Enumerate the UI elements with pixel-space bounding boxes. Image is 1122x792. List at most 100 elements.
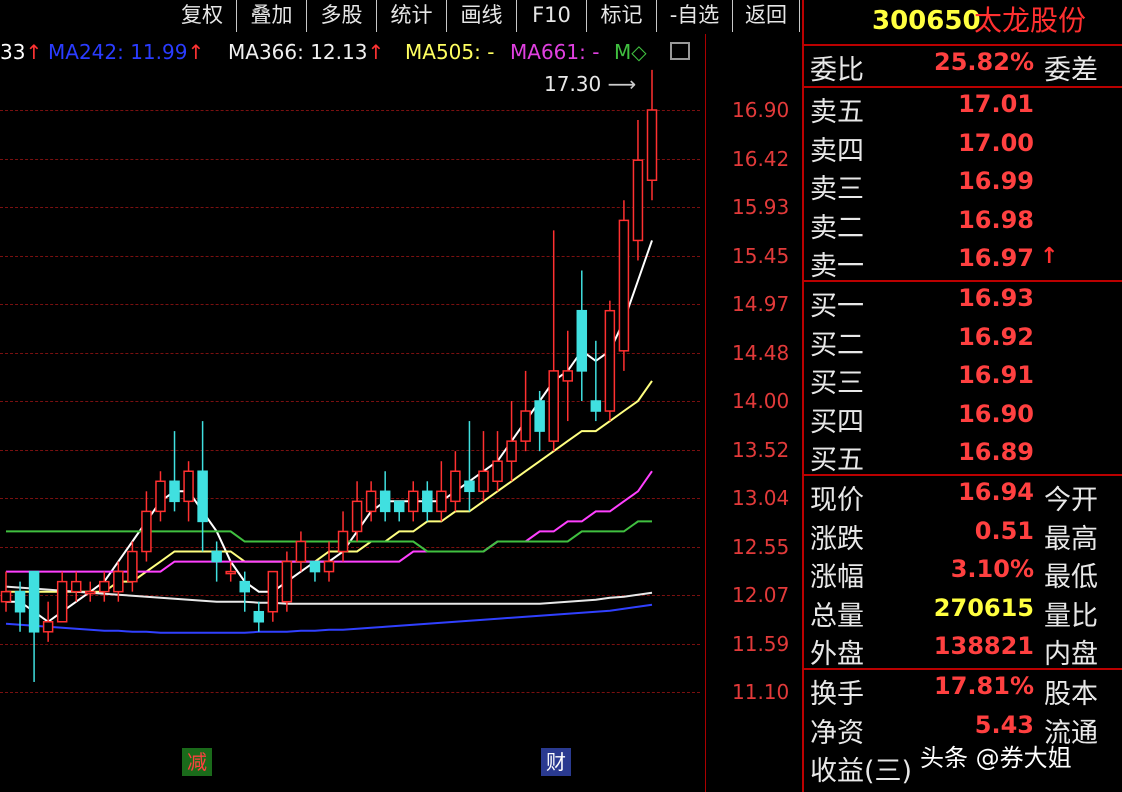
sell-row[interactable]: 卖三 16.99 bbox=[804, 167, 1122, 205]
buy-label: 买一 bbox=[810, 291, 864, 322]
candle[interactable] bbox=[646, 69, 658, 201]
candle[interactable] bbox=[267, 570, 279, 622]
candle[interactable] bbox=[492, 431, 503, 492]
weibi-label: 委比 bbox=[810, 55, 864, 86]
buy-price: 16.89 bbox=[958, 438, 1034, 466]
sell-row[interactable]: 卖二 16.98 bbox=[804, 206, 1122, 244]
candle[interactable] bbox=[379, 471, 391, 522]
candle-body bbox=[351, 500, 363, 533]
candle[interactable] bbox=[590, 340, 602, 422]
candle[interactable] bbox=[450, 451, 461, 512]
y-tick-label: 16.90 bbox=[732, 98, 790, 122]
candle[interactable] bbox=[70, 571, 82, 602]
candle[interactable] bbox=[506, 401, 517, 482]
candle[interactable] bbox=[253, 601, 265, 632]
fuquan-button[interactable]: 复权 bbox=[168, 0, 237, 32]
candle[interactable] bbox=[169, 431, 180, 512]
candle[interactable] bbox=[478, 431, 489, 502]
candle-body bbox=[225, 570, 236, 575]
f10-button[interactable]: F10 bbox=[517, 0, 587, 32]
event-tag-reduce[interactable]: 减 bbox=[182, 748, 212, 776]
buy-row[interactable]: 买一 16.93 bbox=[804, 284, 1122, 322]
candle[interactable] bbox=[155, 471, 166, 522]
candle[interactable] bbox=[562, 330, 573, 422]
y-tick-label: 11.59 bbox=[732, 631, 790, 656]
stat-value: 5.43 bbox=[974, 710, 1034, 739]
candle[interactable] bbox=[534, 390, 545, 452]
candle-body bbox=[520, 410, 531, 442]
candle[interactable] bbox=[85, 581, 96, 602]
candle-body bbox=[127, 550, 138, 583]
candle[interactable] bbox=[211, 541, 222, 582]
stat-value: 3.10% bbox=[950, 555, 1034, 583]
candlestick-chart[interactable] bbox=[0, 34, 702, 754]
candle[interactable] bbox=[632, 120, 644, 261]
buy-label: 买三 bbox=[810, 368, 864, 399]
stat-label-right: 量比 bbox=[1044, 600, 1098, 632]
stat-row: 现价 16.94 今开 bbox=[804, 478, 1122, 516]
buy-row[interactable]: 买二 16.92 bbox=[804, 323, 1122, 361]
buy-price: 16.90 bbox=[958, 399, 1034, 428]
candle[interactable] bbox=[436, 461, 447, 522]
candle-body bbox=[646, 109, 658, 181]
draw-line-button[interactable]: 画线 bbox=[447, 0, 517, 32]
up-arrow-icon: ↑ bbox=[1040, 244, 1059, 269]
candle[interactable] bbox=[0, 571, 12, 612]
stat-row: 换手 17.81% 股本 bbox=[804, 672, 1122, 710]
candle[interactable] bbox=[576, 270, 588, 401]
back-button[interactable]: 返回 bbox=[733, 0, 800, 32]
candle-body bbox=[42, 621, 54, 633]
add-watchlist-button[interactable]: -自选 bbox=[657, 0, 733, 32]
candle[interactable] bbox=[464, 421, 475, 512]
buy-row[interactable]: 买五 16.89 bbox=[804, 438, 1122, 476]
sell-price: 16.97 bbox=[958, 244, 1034, 272]
candle[interactable] bbox=[56, 571, 68, 623]
candle[interactable] bbox=[604, 300, 616, 422]
sell-label: 卖四 bbox=[810, 135, 864, 167]
candle[interactable] bbox=[309, 560, 321, 582]
candle[interactable] bbox=[351, 481, 363, 542]
candle-body bbox=[436, 490, 447, 513]
candle-body bbox=[295, 540, 307, 563]
sell-row[interactable]: 卖五 17.01 bbox=[804, 90, 1122, 128]
candle[interactable] bbox=[548, 230, 559, 452]
candle[interactable] bbox=[520, 370, 531, 452]
candle-body bbox=[113, 570, 124, 593]
y-tick-label: 14.00 bbox=[732, 389, 790, 413]
candle-body bbox=[492, 460, 503, 483]
mark-button[interactable]: 标记 bbox=[587, 0, 657, 32]
multi-stock-button[interactable]: 多股 bbox=[307, 0, 377, 32]
event-tag-finance[interactable]: 财 bbox=[541, 748, 571, 776]
candle[interactable] bbox=[28, 570, 40, 682]
stat-label: 涨幅 bbox=[810, 562, 864, 593]
stat-label: 涨跌 bbox=[810, 523, 864, 555]
candle[interactable] bbox=[393, 500, 405, 522]
stat-label: 收益(三) bbox=[810, 756, 913, 787]
overlay-button[interactable]: 叠加 bbox=[237, 0, 307, 32]
candle[interactable] bbox=[295, 531, 307, 572]
candle-body bbox=[618, 219, 630, 352]
sell-row[interactable]: 卖一 16.97 ↑ bbox=[804, 244, 1122, 282]
high-price-label: 17.30 ⟶ bbox=[544, 72, 637, 96]
statistics-button[interactable]: 统计 bbox=[377, 0, 447, 32]
candle-body bbox=[85, 590, 96, 595]
candle-body bbox=[506, 440, 517, 462]
y-tick-label: 12.07 bbox=[732, 583, 790, 607]
buy-row[interactable]: 买三 16.91 bbox=[804, 361, 1122, 399]
candle[interactable] bbox=[127, 541, 138, 592]
candle[interactable] bbox=[183, 461, 194, 522]
candle-body bbox=[408, 490, 419, 513]
candle[interactable] bbox=[618, 200, 630, 371]
candle[interactable] bbox=[42, 601, 54, 642]
sell-row[interactable]: 卖四 17.00 bbox=[804, 129, 1122, 167]
buy-price: 16.93 bbox=[958, 284, 1034, 312]
candle[interactable] bbox=[141, 491, 152, 562]
candle-body bbox=[478, 470, 489, 493]
candle-body bbox=[239, 580, 250, 593]
candle[interactable] bbox=[323, 541, 335, 582]
candle-body bbox=[309, 560, 321, 573]
candle[interactable] bbox=[408, 481, 419, 522]
candle[interactable] bbox=[422, 481, 433, 522]
buy-row[interactable]: 买四 16.90 bbox=[804, 400, 1122, 438]
y-tick-label: 14.48 bbox=[732, 340, 790, 365]
